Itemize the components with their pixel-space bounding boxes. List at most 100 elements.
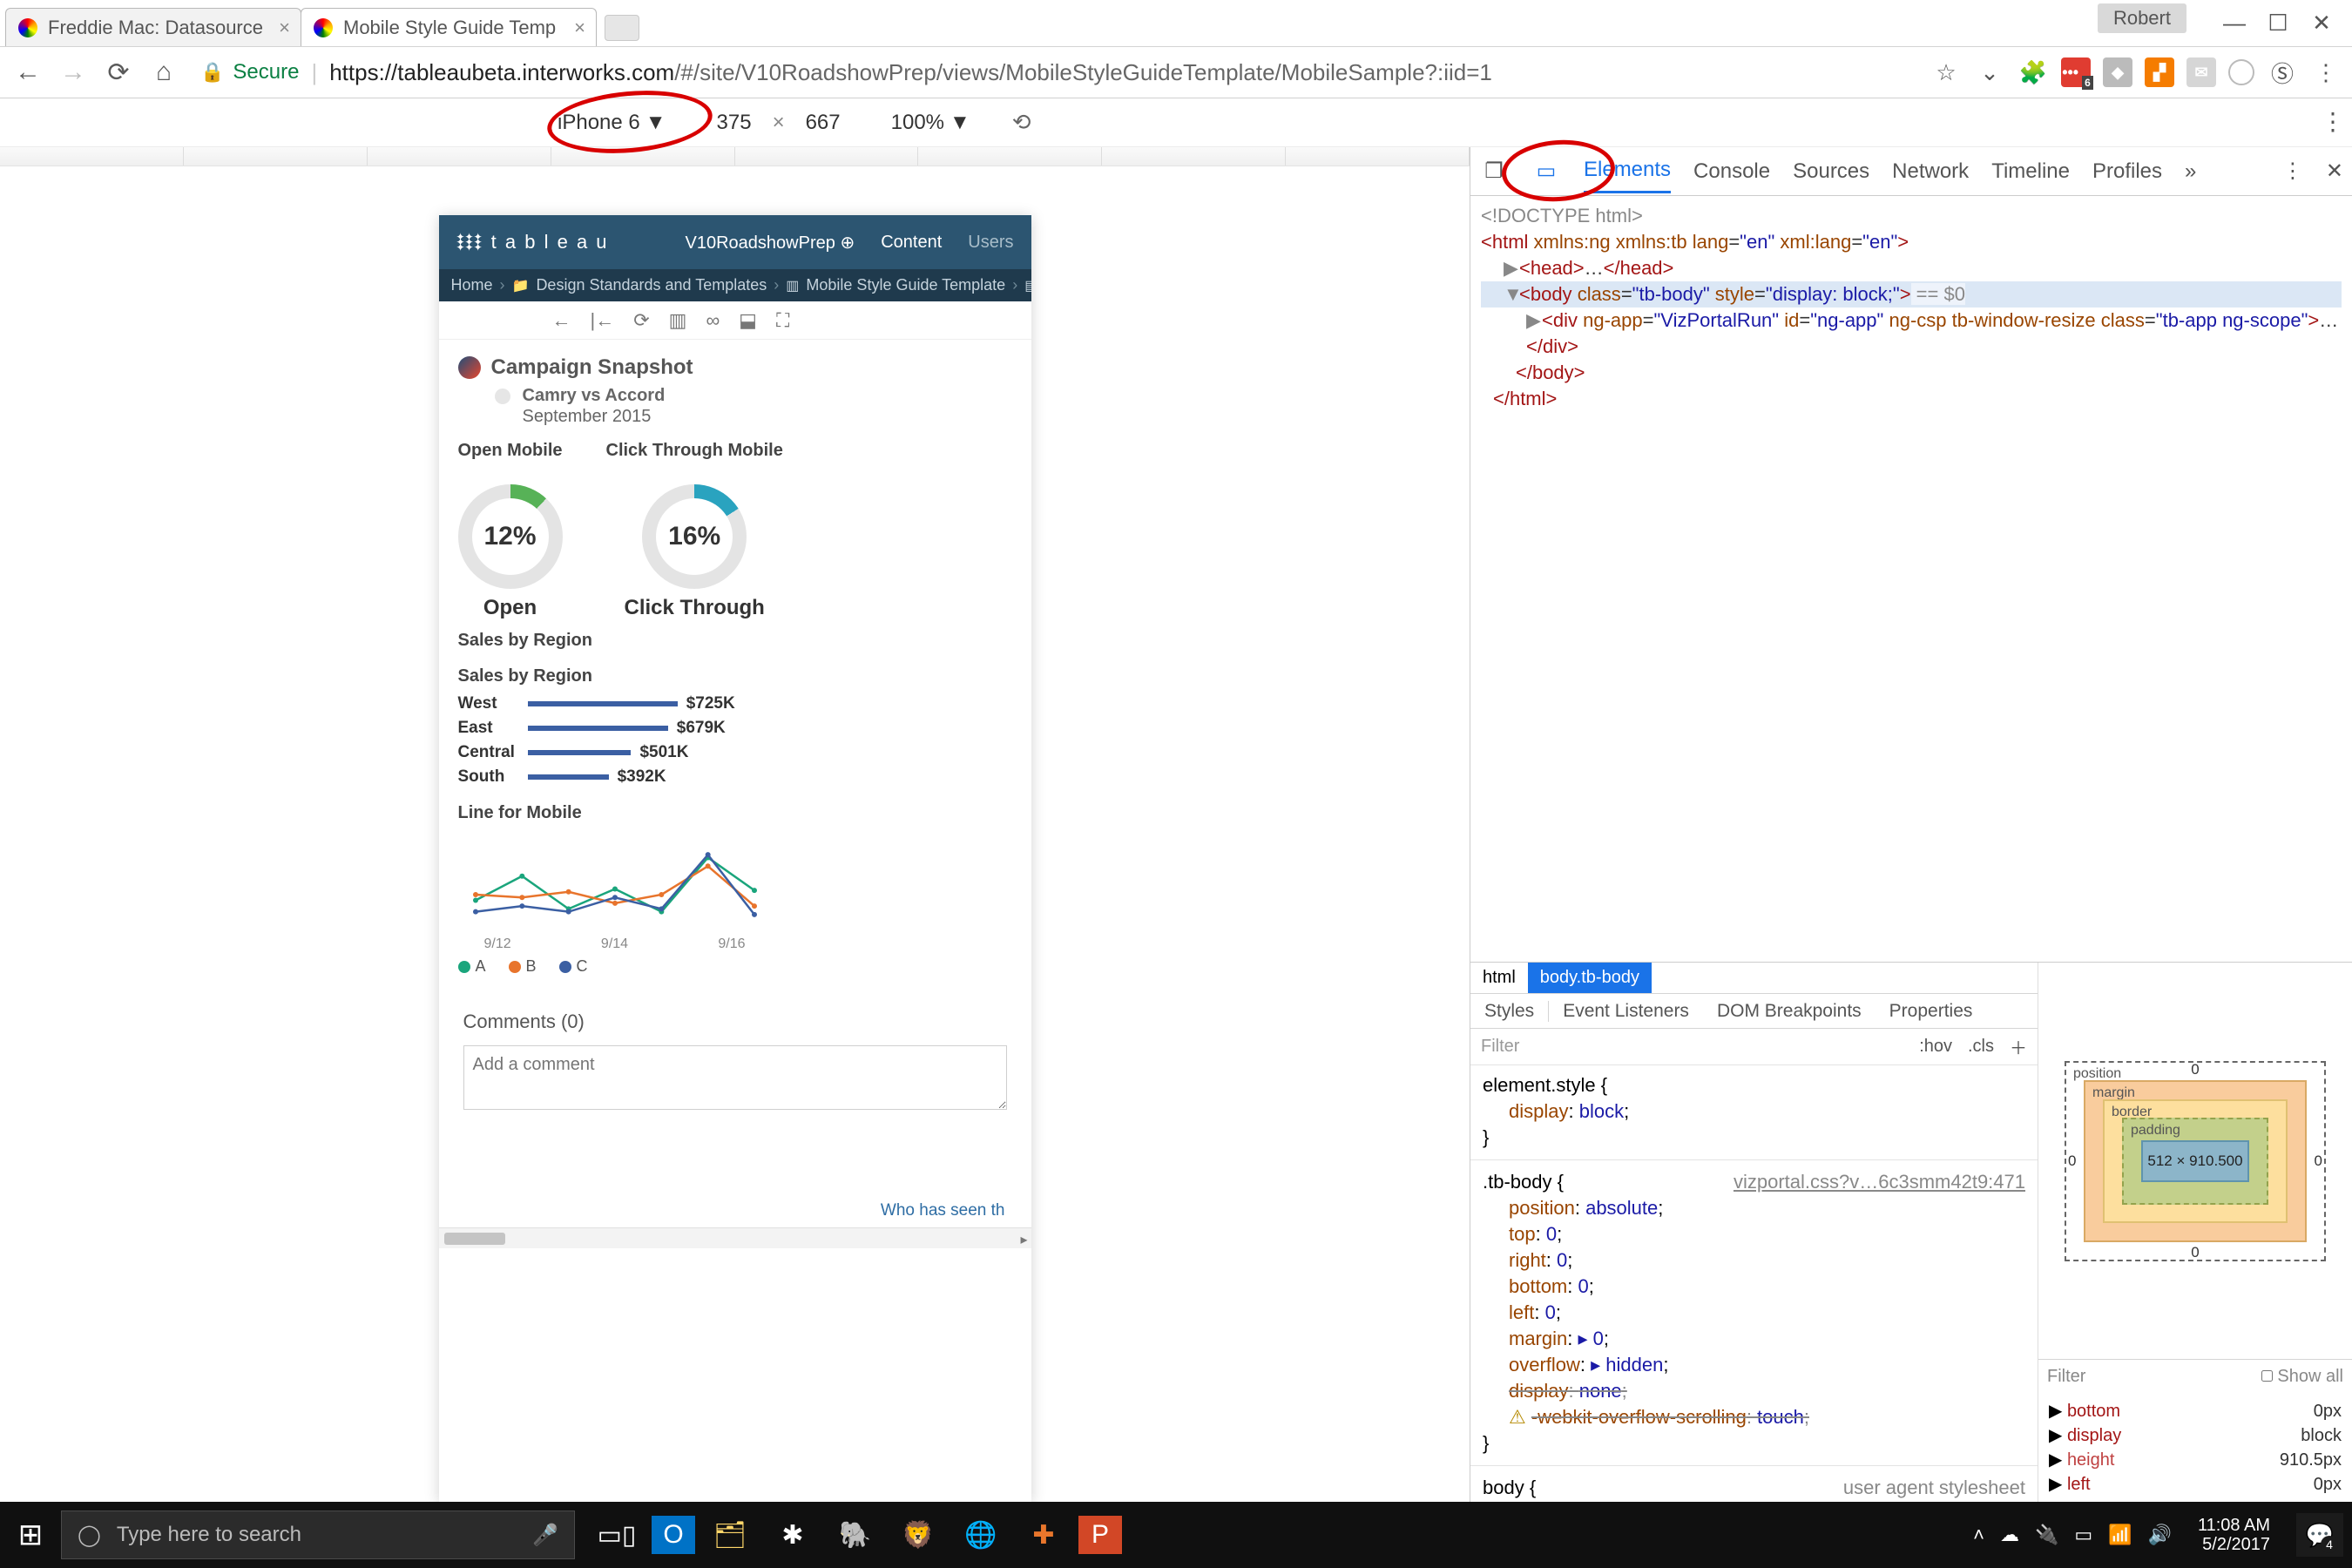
hov-toggle[interactable]: :hov — [1919, 1037, 1952, 1057]
scrollbar-thumb[interactable] — [444, 1233, 505, 1245]
nav-content[interactable]: Content — [881, 233, 942, 253]
extension-icon[interactable] — [2228, 59, 2254, 85]
devtools-tab-profiles[interactable]: Profiles — [2092, 159, 2162, 184]
source-link[interactable]: vizportal.css?v…6c3smm42t9:471 — [1734, 1169, 2025, 1195]
minimize-icon[interactable]: — — [2213, 6, 2256, 41]
devtools-tab-console[interactable]: Console — [1693, 159, 1770, 184]
browser-tab-2[interactable]: Mobile Style Guide Temp × — [301, 8, 597, 46]
devtools-tab-timeline[interactable]: Timeline — [1991, 159, 2070, 184]
file-explorer-icon[interactable]: 🗂 — [702, 1511, 758, 1559]
site-switcher[interactable]: V10RoadshowPrep ⊕ — [686, 232, 855, 253]
browser-tab-1[interactable]: Freddie Mac: Datasource × — [5, 8, 301, 46]
extension-icon[interactable]: ◆ — [2103, 57, 2132, 87]
analytics-icon[interactable]: ▞ — [2145, 57, 2174, 87]
nav-users[interactable]: Users — [968, 233, 1013, 253]
box-model[interactable]: position 0 0 0 0 margin border padding 5… — [2038, 963, 2352, 1359]
add-rule-icon[interactable]: ＋ — [2010, 1034, 2027, 1059]
styles-filter-input[interactable]: Filter — [1481, 1037, 1519, 1057]
mic-icon[interactable]: 🎤 — [532, 1523, 558, 1548]
dom-breakpoints-tab[interactable]: DOM Breakpoints — [1703, 1001, 1876, 1022]
home-button[interactable]: ⌂ — [146, 55, 181, 90]
horizontal-scrollbar[interactable]: ▸ — [439, 1227, 1031, 1248]
new-tab-button[interactable] — [605, 15, 639, 41]
action-center-icon[interactable]: 💬4 — [2296, 1513, 2343, 1557]
device-width[interactable]: 375 — [717, 111, 752, 135]
computed-properties[interactable]: ▶ bottom0px▶ displayblock▶ height910.5px… — [2038, 1394, 2352, 1502]
section-title: Sales by Region — [458, 631, 1012, 651]
tableau-icon[interactable]: ✚ — [1016, 1511, 1071, 1559]
fullscreen-icon[interactable]: ⛶ — [776, 309, 789, 332]
breadcrumb-item[interactable]: Mobile Style Guide Template — [806, 276, 1005, 294]
share-icon[interactable]: ∞ — [706, 309, 720, 332]
windows-search[interactable]: ◯ Type here to search 🎤 — [61, 1511, 575, 1559]
slack-icon[interactable]: ✱ — [765, 1511, 821, 1559]
kebab-icon[interactable]: ⋮ — [2321, 107, 2345, 136]
device-select[interactable]: iPhone 6 ▼ — [558, 111, 666, 135]
powerpoint-icon[interactable]: P — [1078, 1516, 1122, 1554]
devtools-close-icon[interactable]: ✕ — [2326, 159, 2343, 184]
close-icon[interactable]: × — [574, 17, 585, 39]
breadcrumb-home[interactable]: Home — [451, 276, 493, 294]
star-icon[interactable]: ☆ — [1930, 57, 1962, 88]
close-window-icon[interactable]: ✕ — [2300, 6, 2343, 41]
back-button[interactable]: ← — [10, 55, 45, 90]
extension-icon[interactable]: 🧩 — [2017, 57, 2049, 88]
devtools-tab-sources[interactable]: Sources — [1793, 159, 1869, 184]
chrome-user-chip[interactable]: Robert — [2098, 3, 2186, 33]
comment-input[interactable] — [463, 1045, 1007, 1110]
extension-icon[interactable]: ✉ — [2186, 57, 2216, 87]
download-icon[interactable]: ⬓ — [739, 309, 757, 332]
power-icon[interactable]: 🔌 — [2035, 1524, 2058, 1546]
pocket-icon[interactable]: ⌄ — [1974, 57, 2005, 88]
device-mode-icon[interactable]: ▭ — [1531, 159, 1561, 184]
scroll-right-icon[interactable]: ▸ — [1020, 1231, 1027, 1248]
url-host: https://tableaubeta.interworks.com — [329, 59, 674, 86]
dom-tree[interactable]: <!DOCTYPE html> <html xmlns:ng xmlns:tb … — [1470, 196, 2352, 962]
devtools-tab-network[interactable]: Network — [1892, 159, 1969, 184]
computed-filter-input[interactable]: Filter — [2047, 1367, 2085, 1387]
breadcrumb-item[interactable]: Design Standards and Templates — [536, 276, 767, 294]
kebab-icon[interactable]: ⋮ — [2282, 159, 2303, 184]
outlook-icon[interactable]: O — [652, 1516, 695, 1554]
forward-button[interactable]: → — [56, 55, 91, 90]
skype-icon[interactable]: Ⓢ — [2267, 57, 2298, 88]
tableau-logo[interactable]: ✦✦✦✦✦✦✦✦✦ t a b l e a u — [456, 231, 609, 253]
selected-dom-node[interactable]: ▼<body class="tb-body" style="display: b… — [1481, 281, 2342, 308]
zoom-select[interactable]: 100% ▼ — [891, 111, 970, 135]
taskbar-clock[interactable]: 11:08 AM 5/2/2017 — [2187, 1516, 2281, 1554]
brave-icon[interactable]: 🦁 — [890, 1511, 946, 1559]
wifi-icon[interactable]: 📶 — [2108, 1524, 2132, 1546]
volume-icon[interactable]: 🔊 — [2148, 1524, 2172, 1546]
devtools-tab-elements[interactable]: Elements — [1584, 158, 1671, 193]
properties-tab[interactable]: Properties — [1876, 1001, 1987, 1022]
who-has-seen-link[interactable]: Who has seen th — [439, 1132, 1031, 1227]
battery-icon[interactable]: ▭ — [2074, 1524, 2092, 1546]
evernote-icon[interactable]: 🐘 — [828, 1511, 883, 1559]
close-icon[interactable]: × — [279, 17, 290, 39]
undo-icon[interactable]: ← — [552, 309, 571, 332]
onedrive-icon[interactable]: ☁ — [2000, 1524, 2019, 1546]
lastpass-icon[interactable]: •••6 — [2061, 57, 2091, 87]
chrome-icon[interactable]: 🌐 — [953, 1511, 1009, 1559]
task-view-icon[interactable]: ▭▯ — [589, 1511, 645, 1559]
cls-toggle[interactable]: .cls — [1968, 1037, 1994, 1057]
event-listeners-tab[interactable]: Event Listeners — [1549, 1001, 1703, 1022]
revert-icon[interactable]: |← — [591, 309, 615, 332]
css-rules[interactable]: element.style { display: block; } .tb-bo… — [1470, 1065, 2038, 1502]
refresh-icon[interactable]: ⟳ — [633, 309, 649, 332]
tray-expand-icon[interactable]: ˄ — [1973, 1524, 1984, 1546]
device-height[interactable]: 667 — [806, 111, 841, 135]
show-all-checkbox[interactable] — [2261, 1370, 2273, 1382]
styles-tab[interactable]: Styles — [1470, 1001, 1549, 1022]
dom-breadcrumb[interactable]: html body.tb-body — [1470, 963, 2038, 994]
reload-button[interactable]: ⟳ — [101, 55, 136, 90]
rotate-icon[interactable]: ⟲ — [1012, 109, 1031, 136]
pause-icon[interactable]: ▥ — [669, 309, 687, 332]
maximize-icon[interactable]: ☐ — [2256, 6, 2300, 41]
omnibox[interactable]: 🔒 Secure | https://tableaubeta.interwork… — [192, 53, 1920, 91]
start-button[interactable]: ⊞ — [0, 1517, 61, 1552]
inspect-icon[interactable]: ❐ — [1479, 159, 1509, 184]
chrome-menu-icon[interactable]: ⋮ — [2310, 57, 2342, 88]
more-tabs-icon[interactable]: » — [2185, 159, 2196, 184]
responsive-ruler[interactable] — [0, 147, 1470, 166]
